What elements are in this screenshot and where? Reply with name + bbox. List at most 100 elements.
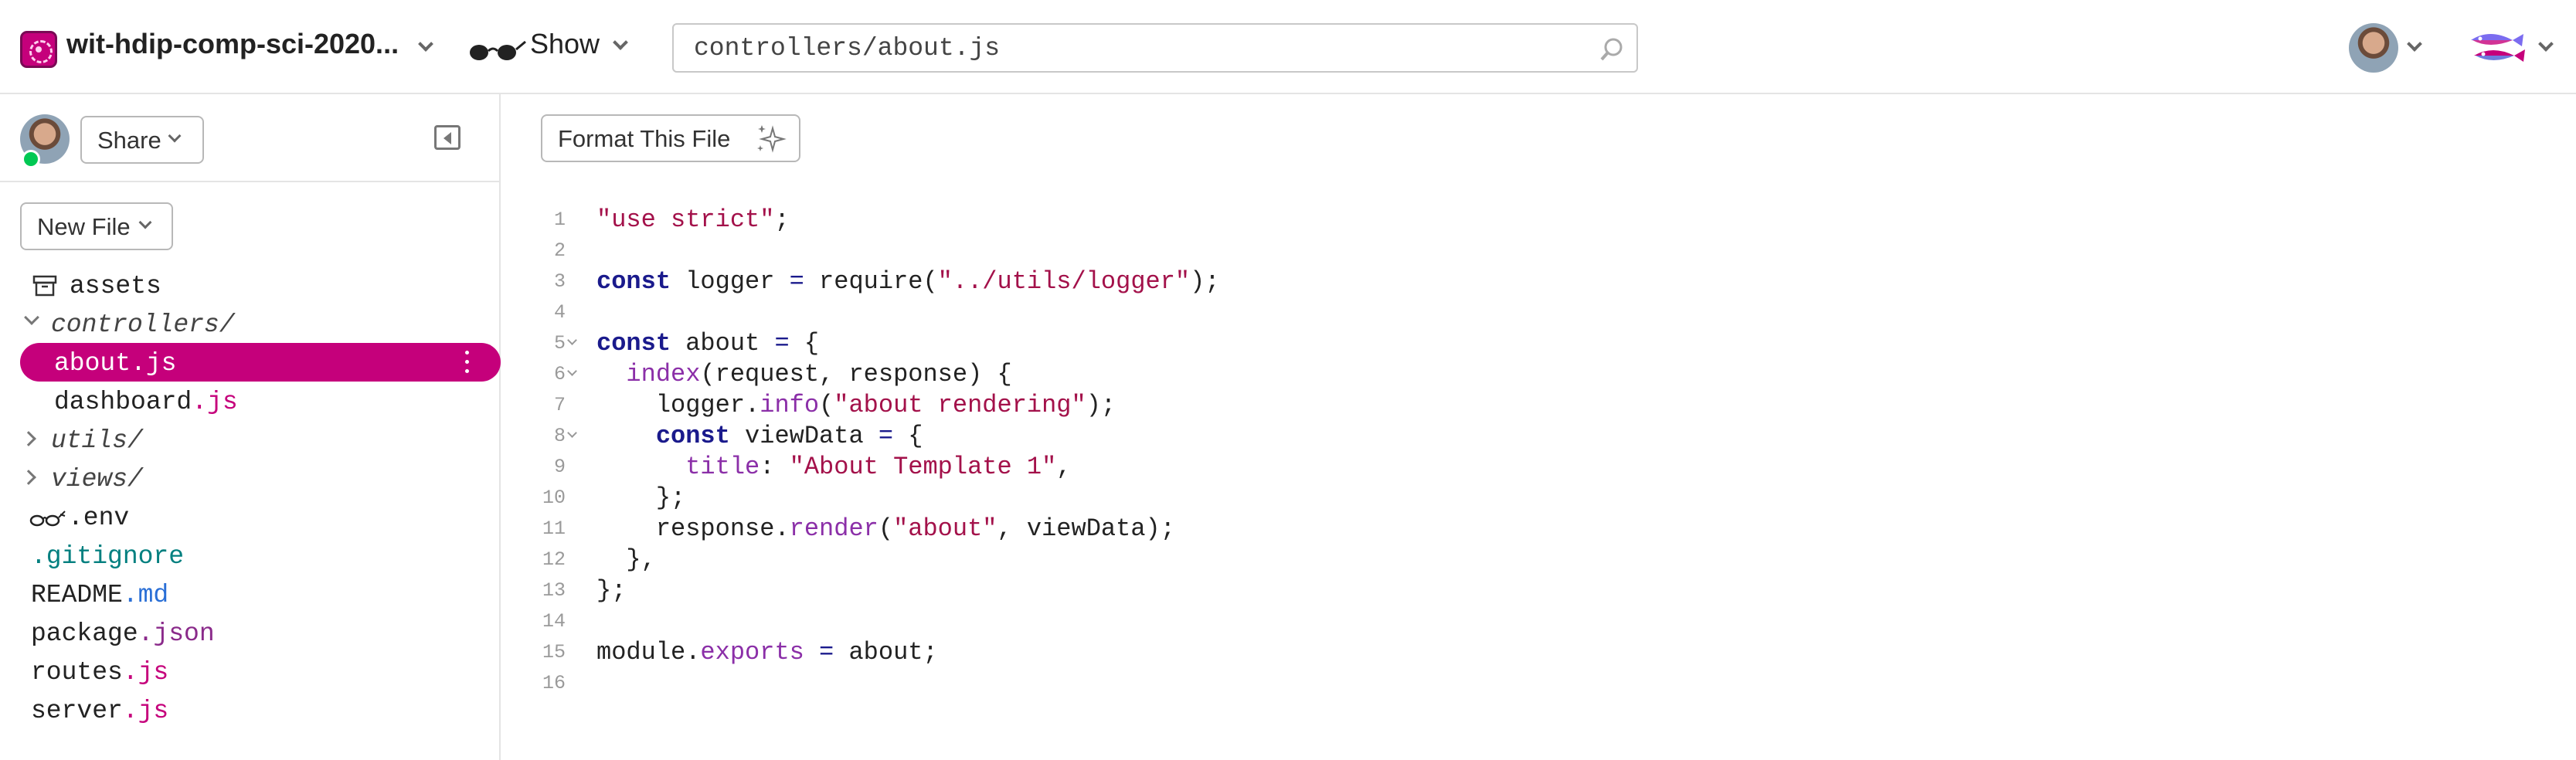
code-line[interactable]: 14: [541, 606, 2472, 636]
code-text: },: [596, 545, 656, 574]
line-number: 8: [553, 425, 566, 447]
code-line[interactable]: 4: [541, 297, 2472, 327]
tree-item-label: package.json: [31, 619, 215, 648]
code-text: index(request, response) {: [626, 360, 1012, 388]
code-text: };: [596, 576, 627, 605]
more-options-icon[interactable]: [465, 351, 470, 374]
code-line[interactable]: 15 module.exports = about;: [541, 636, 2472, 667]
fold-chevron-icon[interactable]: [567, 335, 577, 345]
chevron-down-icon: [24, 310, 39, 325]
code-line[interactable]: 7 logger.info("about rendering");: [541, 389, 2472, 420]
tree-folder-views[interactable]: views/: [0, 459, 501, 497]
glasses-icon: [470, 40, 526, 60]
line-number: 9: [553, 456, 566, 478]
code-line[interactable]: 10 };: [541, 482, 2472, 513]
tree-item-assets[interactable]: assets: [0, 266, 501, 304]
search-value: controllers/about.js: [694, 34, 1001, 63]
line-number: 15: [542, 641, 566, 663]
chevron-down-icon[interactable]: [2538, 36, 2554, 52]
code-line[interactable]: 6 index(request, response) {: [541, 358, 2472, 389]
tree-item-label: server.js: [31, 697, 169, 725]
code-line[interactable]: 16: [541, 667, 2472, 698]
new-file-button[interactable]: New File: [20, 202, 173, 250]
line-number: 3: [553, 270, 566, 293]
top-bar: wit-hdip-comp-sci-2020... Show controlle…: [0, 0, 2576, 94]
code-line[interactable]: 11 response.render("about", viewData);: [541, 513, 2472, 544]
line-number: 14: [542, 610, 566, 633]
new-file-label: New File: [37, 213, 131, 240]
line-number: 1: [553, 209, 566, 231]
tree-item-about-js[interactable]: about.js: [20, 343, 501, 382]
search-icon[interactable]: [1598, 36, 1626, 63]
fold-chevron-icon[interactable]: [567, 428, 577, 438]
tree-item-label: dashboard.js: [54, 388, 238, 416]
code-text: title: "About Template 1",: [685, 453, 1072, 481]
show-button[interactable]: Show: [464, 23, 641, 73]
line-number: 11: [542, 517, 566, 540]
tree-item-server-js[interactable]: server.js: [0, 690, 501, 729]
code-line[interactable]: 5 const about = {: [541, 327, 2472, 358]
chevron-down-icon: [613, 35, 628, 50]
share-button[interactable]: Share: [80, 116, 204, 164]
tree-item-dashboard-js[interactable]: dashboard.js: [0, 382, 501, 420]
tree-item-label: controllers/: [51, 310, 235, 339]
project-avatar-icon[interactable]: [20, 31, 57, 68]
code-text: const logger = require("../utils/logger"…: [596, 267, 1220, 296]
code-text: response.render("about", viewData);: [596, 514, 1175, 543]
sparkle-icon: [757, 125, 787, 153]
code-text: "use strict";: [596, 205, 790, 234]
line-number: 4: [553, 301, 566, 324]
chevron-right-icon: [21, 470, 36, 485]
chevron-down-icon: [138, 215, 152, 229]
project-name[interactable]: wit-hdip-comp-sci-2020...: [66, 28, 399, 60]
glitch-fish-logo-icon[interactable]: [2466, 23, 2528, 73]
archive-box-icon: [32, 275, 57, 297]
tree-item-label: utils/: [51, 426, 143, 455]
line-number: 6: [553, 363, 566, 385]
tree-item-package-json[interactable]: package.json: [0, 613, 501, 652]
line-number: 2: [553, 239, 566, 262]
code-text: module.exports = about;: [596, 638, 938, 667]
secret-glasses-icon: [29, 511, 66, 527]
format-file-label: Format This File: [558, 125, 731, 152]
tree-folder-controllers[interactable]: controllers/: [0, 304, 501, 343]
online-status-icon: [22, 150, 40, 168]
fold-chevron-icon[interactable]: [567, 366, 577, 376]
line-number: 10: [542, 487, 566, 509]
tree-item-routes-js[interactable]: routes.js: [0, 652, 501, 690]
line-number: 12: [542, 548, 566, 571]
collapse-sidebar-icon[interactable]: [434, 125, 460, 150]
line-number: 16: [542, 672, 566, 694]
show-label: Show: [530, 28, 600, 59]
code-text: const about = {: [596, 329, 820, 358]
line-number: 5: [553, 332, 566, 355]
search-input[interactable]: controllers/about.js: [672, 23, 1638, 73]
code-text: logger.info("about rendering");: [596, 391, 1116, 419]
share-label: Share: [97, 127, 161, 154]
tree-item-label: views/: [51, 465, 143, 494]
tree-folder-utils[interactable]: utils/: [0, 420, 501, 459]
code-line[interactable]: 13};: [541, 575, 2472, 606]
format-file-button[interactable]: Format This File: [541, 114, 800, 162]
tree-item-label: README.md: [31, 581, 169, 609]
tree-item-env[interactable]: .env: [0, 497, 501, 536]
line-number: 13: [542, 579, 566, 602]
code-line[interactable]: 1 "use strict";: [541, 204, 2472, 235]
chevron-down-icon[interactable]: [2407, 36, 2422, 52]
code-line[interactable]: 3 const logger = require("../utils/logger…: [541, 266, 2472, 297]
code-line[interactable]: 2: [541, 235, 2472, 266]
code-line[interactable]: 9 title: "About Template 1",: [541, 451, 2472, 482]
tree-item-readme-md[interactable]: README.md: [0, 575, 501, 613]
chevron-right-icon: [21, 431, 36, 446]
user-avatar[interactable]: [2349, 23, 2398, 73]
sidebar-header: Share: [0, 94, 501, 182]
code-text: };: [596, 483, 686, 512]
chevron-down-icon[interactable]: [418, 36, 433, 52]
tree-item-label: .env: [68, 504, 130, 532]
code-line[interactable]: 8 const viewData = {: [541, 420, 2472, 451]
tree-item-gitignore[interactable]: .gitignore: [0, 536, 501, 575]
code-text: const viewData = {: [655, 422, 923, 450]
code-line[interactable]: 12 },: [541, 544, 2472, 575]
tree-item-label: about.js: [54, 349, 177, 378]
line-number: 7: [553, 394, 566, 416]
